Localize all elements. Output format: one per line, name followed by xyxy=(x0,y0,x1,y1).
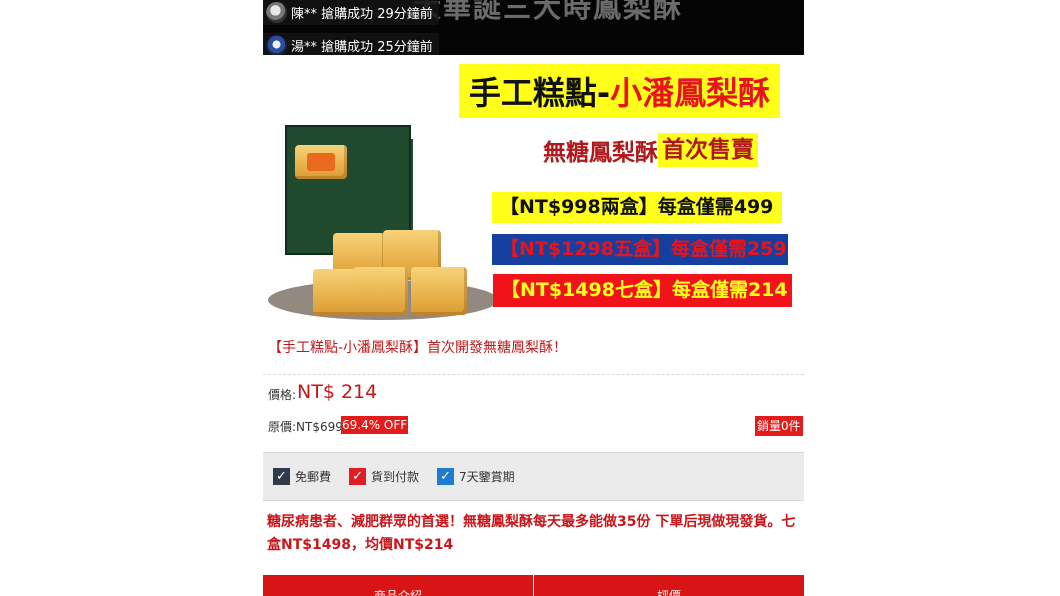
mobile-page-column: 大華誕三大時鳳梨酥 陳** 搶購成功 29分鐘前 湯** 搶購成功 25分鐘前 … xyxy=(263,0,804,596)
pineapple-cake-image xyxy=(411,267,467,315)
product-description: 糖尿病患者、減肥群眾的首選！無糖鳳梨酥每天最多能做35份 下單后現做現發貨。七盒… xyxy=(267,514,796,553)
product-title: 【手工糕點-小潘鳳梨酥】首次開發無糖鳳梨酥！ xyxy=(268,340,568,356)
product-promo-image: ✿ 手工糕點-小潘鳳梨酥 無糖鳳梨酥首次售賣 【NT$998兩盒】每盒僅需499… xyxy=(263,55,804,325)
promo-title: 手工糕點- 小潘鳳梨酥 xyxy=(459,64,780,118)
purchase-notice-text: 湯** 搶購成功 25分鐘前 xyxy=(291,40,433,55)
promo-subtitle: 無糖鳳梨酥 首次售賣 xyxy=(543,133,758,167)
purchase-notice: 陳** 搶購成功 29分鐘前 xyxy=(263,0,439,25)
feature-free-shipping: ✓ 免郵費 xyxy=(273,468,331,485)
discount-badge: 69.4% OFF xyxy=(341,416,409,434)
check-icon: ✓ xyxy=(437,468,455,485)
offer-seven-boxes: 【NT$1498七盒】每盒僅需214 xyxy=(493,274,792,307)
tab-reviews[interactable]: 評價 xyxy=(533,575,804,596)
divider xyxy=(263,374,804,375)
feature-label: 貨到付款 xyxy=(371,470,420,484)
page: 大華誕三大時鳳梨酥 陳** 搶購成功 29分鐘前 湯** 搶購成功 25分鐘前 … xyxy=(0,0,1060,596)
offer-two-boxes: 【NT$998兩盒】每盒僅需499 xyxy=(492,192,782,223)
price-label: 價格: xyxy=(268,388,297,402)
purchase-notice-text: 陳** 搶購成功 29分鐘前 xyxy=(291,7,433,22)
feature-label: 免郵費 xyxy=(295,470,332,484)
feature-7-day-trial: ✓ 7天鑒賞期 xyxy=(437,468,515,485)
promo-title-prefix: 手工糕點- xyxy=(468,74,611,112)
purchase-notice: 湯** 搶購成功 25分鐘前 xyxy=(263,33,439,55)
promo-subtitle-text: 無糖鳳梨酥 xyxy=(543,140,658,166)
top-banner: 大華誕三大時鳳梨酥 陳** 搶購成功 29分鐘前 湯** 搶購成功 25分鐘前 xyxy=(263,0,804,55)
cake-filling xyxy=(307,153,335,171)
pineapple-cake-image xyxy=(295,145,347,179)
feature-cash-on-delivery: ✓ 貨到付款 xyxy=(349,468,419,485)
avatar xyxy=(266,35,287,55)
promo-subtitle-highlight: 首次售賣 xyxy=(658,133,758,167)
avatar xyxy=(266,2,287,23)
current-price: NT$ 214 xyxy=(297,381,378,403)
feature-label: 7天鑒賞期 xyxy=(459,470,515,484)
tab-product-intro[interactable]: 商品介紹 xyxy=(263,575,533,596)
banner-decor-text: 大華誕三大時鳳梨酥 xyxy=(413,0,684,24)
check-icon: ✓ xyxy=(349,468,367,485)
sales-count-badge: 銷量0件 xyxy=(755,416,803,436)
service-features: ✓ 免郵費 ✓ 貨到付款 ✓ 7天鑒賞期 xyxy=(263,452,804,501)
bottom-tabs: 商品介紹 評價 xyxy=(263,575,804,596)
promo-title-brand: 小潘鳳梨酥 xyxy=(610,74,771,112)
pineapple-cake-image xyxy=(353,267,408,315)
original-price: 原價:NT$699 xyxy=(268,420,343,434)
check-icon: ✓ xyxy=(273,468,290,485)
offer-five-boxes: 【NT$1298五盒】每盒僅需259 xyxy=(492,234,788,265)
